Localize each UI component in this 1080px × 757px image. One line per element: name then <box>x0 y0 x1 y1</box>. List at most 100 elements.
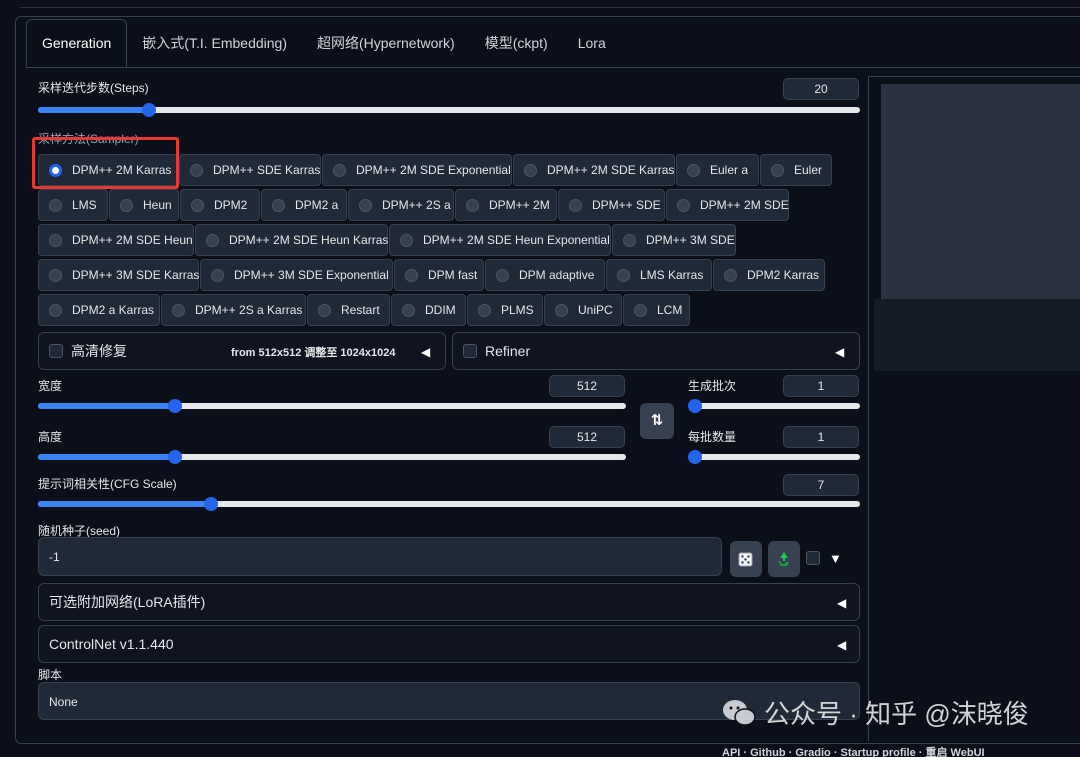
cfg-input[interactable]: 7 <box>783 474 859 496</box>
sampler-option[interactable]: DPM++ 3M SDE <box>612 224 736 256</box>
sampler-option[interactable]: DPM++ 2S a Karras <box>161 294 306 326</box>
radio-button[interactable] <box>211 268 224 282</box>
controlnet-accordion[interactable]: ControlNet v1.1.440 ◀ <box>38 625 860 663</box>
height-slider[interactable] <box>38 449 626 465</box>
sampler-option[interactable]: DPM++ 2M SDE Exponential <box>322 154 512 186</box>
radio-button[interactable] <box>496 268 509 282</box>
sampler-option[interactable]: DPM2 <box>180 189 260 221</box>
sampler-option[interactable]: DPM++ 2M <box>455 189 557 221</box>
swap-dimensions-button[interactable]: ⇅ <box>640 403 674 439</box>
radio-button[interactable] <box>49 233 62 247</box>
sampler-option[interactable]: Euler <box>760 154 832 186</box>
batch-count-input[interactable]: 1 <box>783 375 859 397</box>
radio-button[interactable] <box>49 303 62 317</box>
radio-button[interactable] <box>623 233 636 247</box>
sampler-option[interactable]: PLMS <box>467 294 543 326</box>
radio-button[interactable] <box>478 303 491 317</box>
tab-checkpoint[interactable]: 模型(ckpt) <box>470 19 563 67</box>
radio-button[interactable] <box>634 303 647 317</box>
tab-lora[interactable]: Lora <box>563 19 621 67</box>
reuse-seed-button[interactable] <box>768 541 800 577</box>
radio-button[interactable] <box>333 163 346 177</box>
collapse-triangle-icon[interactable]: ◀ <box>837 638 846 652</box>
steps-input[interactable]: 20 <box>783 78 859 100</box>
cfg-slider[interactable] <box>38 496 860 512</box>
cfg-slider-thumb[interactable] <box>203 497 218 511</box>
radio-button[interactable] <box>359 198 372 212</box>
radio-button[interactable] <box>466 198 479 212</box>
extra-seed-checkbox[interactable] <box>806 551 820 565</box>
radio-button[interactable] <box>206 233 219 247</box>
radio-button[interactable] <box>400 233 413 247</box>
sampler-option[interactable]: DPM++ 2M SDE <box>666 189 789 221</box>
sampler-option[interactable]: DPM++ 2M SDE Heun Karras <box>195 224 388 256</box>
radio-button[interactable] <box>172 303 185 317</box>
radio-button[interactable] <box>617 268 630 282</box>
sampler-option[interactable]: DPM++ 2S a <box>348 189 454 221</box>
sampler-option[interactable]: DDIM <box>391 294 466 326</box>
random-seed-button[interactable] <box>730 541 762 577</box>
sampler-option[interactable]: DPM2 a Karras <box>38 294 160 326</box>
sampler-option[interactable]: DPM++ SDE Karras <box>179 154 321 186</box>
collapse-triangle-icon[interactable]: ◀ <box>835 345 844 359</box>
sampler-option[interactable]: LMS Karras <box>606 259 712 291</box>
width-slider-thumb[interactable] <box>168 399 182 413</box>
tab-hypernetwork[interactable]: 超网络(Hypernetwork) <box>302 19 470 67</box>
batch-size-slider[interactable] <box>688 449 860 465</box>
sampler-option[interactable]: DPM++ SDE <box>558 189 665 221</box>
radio-button[interactable] <box>524 163 537 177</box>
refiner-accordion[interactable]: Refiner ◀ <box>452 332 860 370</box>
sampler-option[interactable]: DPM++ 2M SDE Heun Exponential <box>389 224 611 256</box>
collapse-triangle-icon[interactable]: ◀ <box>837 596 846 610</box>
radio-button[interactable] <box>402 303 415 317</box>
radio-button[interactable] <box>318 303 331 317</box>
sampler-option[interactable]: DPM++ 2M SDE Karras <box>513 154 675 186</box>
batch-count-slider-thumb[interactable] <box>688 399 702 413</box>
radio-button[interactable] <box>405 268 418 282</box>
sampler-option[interactable]: DPM2 a <box>261 189 347 221</box>
radio-button[interactable] <box>724 268 737 282</box>
height-slider-thumb[interactable] <box>168 450 182 464</box>
radio-button[interactable] <box>569 198 582 212</box>
tab-ti-embedding[interactable]: 嵌入式(T.I. Embedding) <box>127 19 302 67</box>
refiner-checkbox[interactable] <box>463 344 477 358</box>
sampler-option[interactable]: Restart <box>307 294 390 326</box>
sampler-option[interactable]: DPM++ 3M SDE Exponential <box>200 259 393 291</box>
hires-fix-accordion[interactable]: 高清修复 from 512x512 调整至 1024x1024 ◀ <box>38 332 446 370</box>
width-input[interactable]: 512 <box>549 375 625 397</box>
collapse-triangle-icon[interactable]: ◀ <box>421 345 430 359</box>
hires-fix-checkbox[interactable] <box>49 344 63 358</box>
batch-count-slider[interactable] <box>688 398 860 414</box>
sampler-option[interactable]: DPM++ 3M SDE Karras <box>38 259 199 291</box>
steps-slider[interactable] <box>38 102 860 118</box>
seed-input[interactable]: -1 <box>38 537 722 576</box>
radio-button[interactable] <box>677 198 690 212</box>
radio-button[interactable] <box>49 268 62 282</box>
radio-button[interactable] <box>120 198 133 212</box>
radio-button[interactable] <box>771 163 784 177</box>
batch-size-slider-thumb[interactable] <box>688 450 702 464</box>
sampler-option[interactable]: DPM fast <box>394 259 484 291</box>
sampler-option[interactable]: DPM2 Karras <box>713 259 825 291</box>
radio-button[interactable] <box>191 198 204 212</box>
radio-button[interactable] <box>555 303 568 317</box>
sampler-option[interactable]: Heun <box>109 189 179 221</box>
lora-accordion[interactable]: 可选附加网络(LoRA插件) ◀ <box>38 583 860 621</box>
tab-generation[interactable]: Generation <box>26 19 128 67</box>
width-slider[interactable] <box>38 398 626 414</box>
radio-button[interactable] <box>687 163 700 177</box>
radio-button[interactable] <box>272 198 285 212</box>
dropdown-arrow-icon[interactable]: ▼ <box>829 551 842 566</box>
height-input[interactable]: 512 <box>549 426 625 448</box>
sampler-option[interactable]: Euler a <box>676 154 759 186</box>
sampler-option[interactable]: LCM <box>623 294 690 326</box>
sampler-option[interactable]: LMS <box>38 189 108 221</box>
batch-size-input[interactable]: 1 <box>783 426 859 448</box>
radio-button[interactable] <box>49 198 62 212</box>
radio-button[interactable] <box>190 163 203 177</box>
sampler-option[interactable]: DPM++ 2M SDE Heun <box>38 224 194 256</box>
sampler-option[interactable]: UniPC <box>544 294 622 326</box>
steps-slider-thumb[interactable] <box>141 103 156 117</box>
footer-links[interactable]: API · Github · Gradio · Startup profile … <box>722 744 985 757</box>
sampler-option[interactable]: DPM adaptive <box>485 259 605 291</box>
